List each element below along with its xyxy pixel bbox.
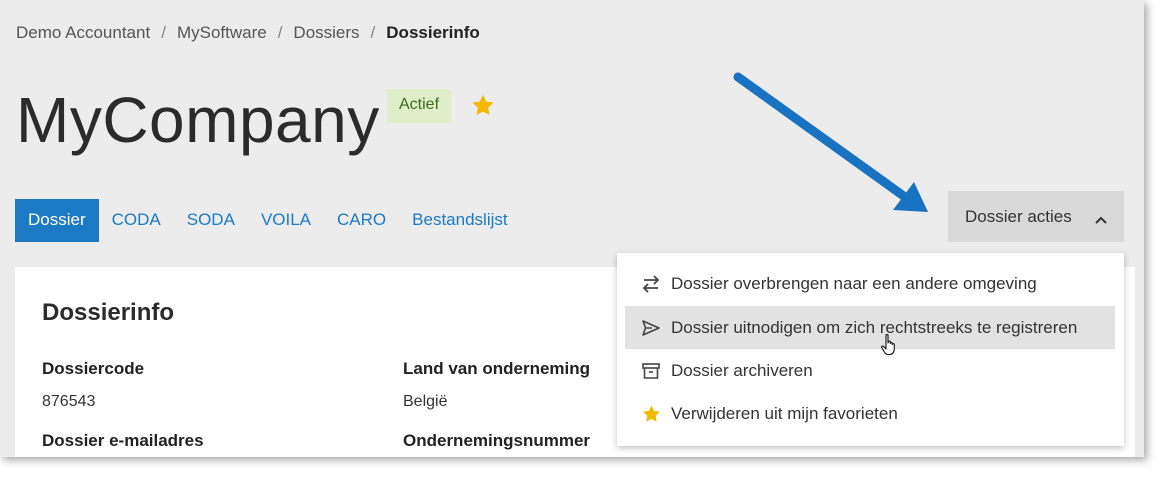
transfer-arrows-icon — [640, 273, 662, 295]
archive-icon — [640, 360, 662, 382]
send-icon — [640, 317, 662, 339]
menu-item-label: Verwijderen uit mijn favorieten — [671, 403, 898, 423]
menu-item-transfer[interactable]: Dossier overbrengen naar een andere omge… — [625, 262, 1115, 305]
menu-item-archive[interactable]: Dossier archiveren — [625, 349, 1115, 392]
hand-cursor-icon — [880, 333, 900, 362]
star-icon — [640, 403, 662, 425]
menu-item-invite[interactable]: Dossier uitnodigen om zich rechtstreeks … — [625, 306, 1115, 349]
menu-item-unfavorite[interactable]: Verwijderen uit mijn favorieten — [625, 392, 1115, 435]
menu-item-label: Dossier uitnodigen om zich rechtstreeks … — [671, 317, 1078, 337]
app-window: Demo Accountant / MySoftware / Dossiers … — [0, 0, 1144, 457]
menu-item-label: Dossier overbrengen naar een andere omge… — [671, 273, 1037, 293]
dossier-actions-menu: Dossier overbrengen naar een andere omge… — [617, 253, 1124, 446]
menu-item-label: Dossier archiveren — [671, 360, 813, 380]
